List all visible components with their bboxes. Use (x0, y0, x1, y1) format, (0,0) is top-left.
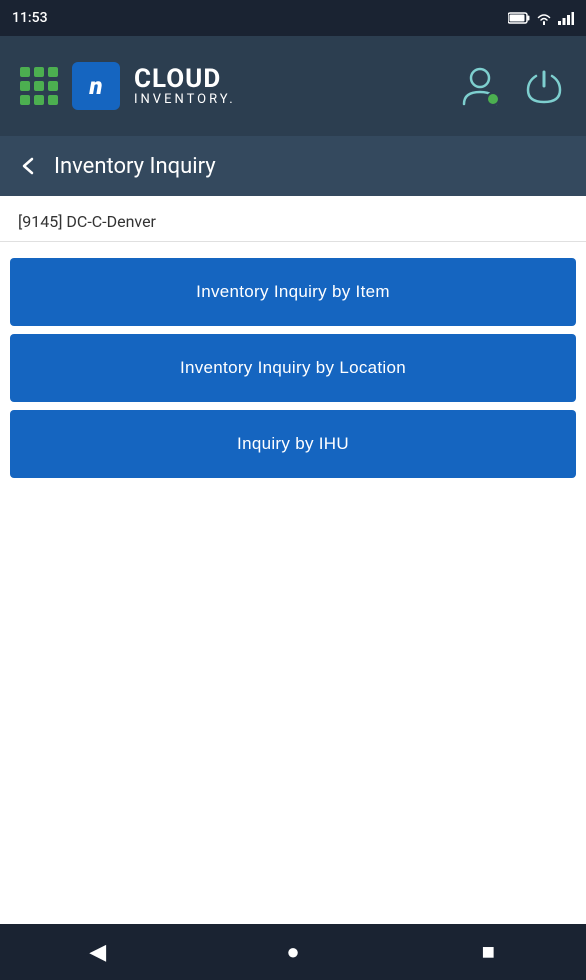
online-status-dot (486, 92, 500, 106)
battery-icon (508, 12, 530, 24)
location-text: [9145] DC-C-Denver (18, 212, 156, 231)
header-right (458, 64, 566, 108)
back-button[interactable] (18, 155, 40, 177)
wifi-icon (536, 12, 552, 25)
inquiry-by-item-button[interactable]: Inventory Inquiry by Item (10, 258, 576, 326)
brand-text: CLOUD INVENTORY. (134, 66, 236, 107)
inquiry-buttons: Inventory Inquiry by Item Inventory Inqu… (0, 242, 586, 494)
app-header: n CLOUD INVENTORY. (0, 36, 586, 136)
user-profile-button[interactable] (458, 64, 502, 108)
bottom-nav-bar: ◀ ● ■ (0, 924, 586, 980)
header-left: n CLOUD INVENTORY. (20, 62, 236, 110)
bottom-home-button[interactable]: ● (273, 932, 313, 972)
status-bar: 11:53 (0, 0, 586, 36)
inquiry-by-location-button[interactable]: Inventory Inquiry by Location (10, 334, 576, 402)
bottom-back-button[interactable]: ◀ (78, 932, 118, 972)
nav-bar: Inventory Inquiry (0, 136, 586, 196)
signal-icon (558, 12, 574, 25)
power-icon (522, 64, 566, 108)
back-arrow-icon (18, 155, 40, 177)
nav-title: Inventory Inquiry (54, 154, 216, 179)
status-time: 11:53 (12, 10, 48, 26)
menu-grid-icon[interactable] (20, 67, 58, 105)
power-button[interactable] (522, 64, 566, 108)
main-content: [9145] DC-C-Denver Inventory Inquiry by … (0, 196, 586, 494)
location-bar: [9145] DC-C-Denver (0, 196, 586, 242)
app-logo: n (72, 62, 120, 110)
brand-inventory: INVENTORY. (134, 92, 236, 107)
status-icons (508, 12, 574, 25)
bottom-square-button[interactable]: ■ (468, 932, 508, 972)
logo-letter: n (89, 72, 102, 100)
inquiry-by-ihu-button[interactable]: Inquiry by IHU (10, 410, 576, 478)
brand-cloud: CLOUD (134, 66, 236, 92)
